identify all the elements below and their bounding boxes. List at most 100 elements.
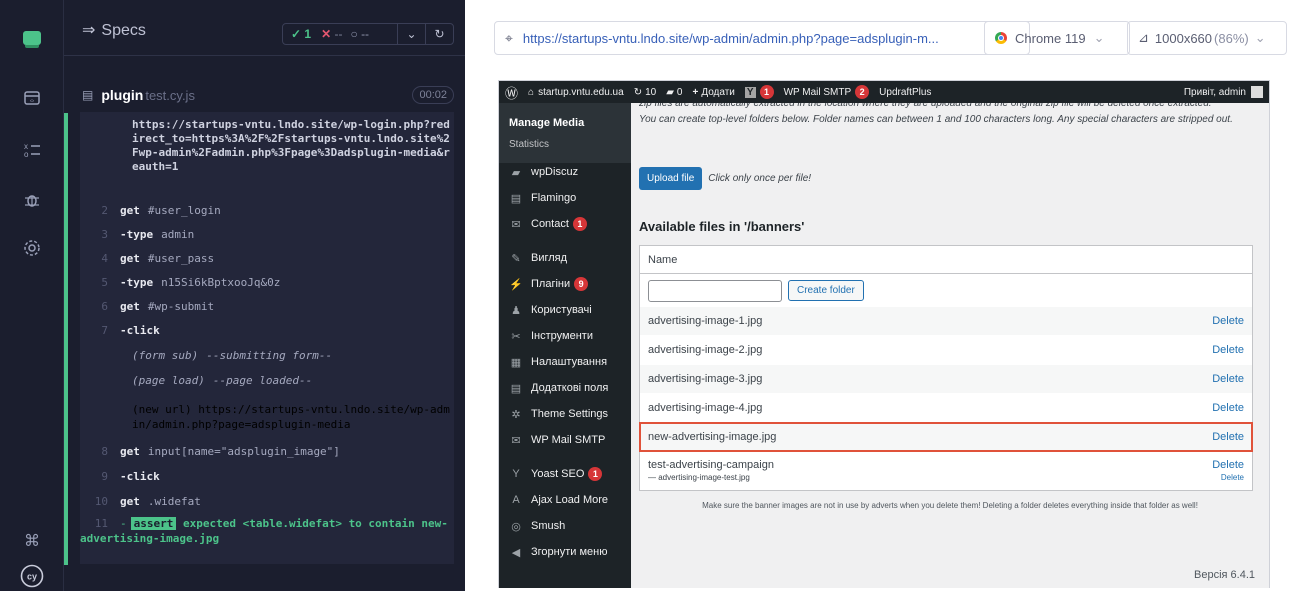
chevron-down-icon[interactable]: ⌄ (397, 24, 425, 44)
smtp-icon: ✉ (511, 434, 521, 447)
delete-link[interactable]: Delete (1212, 431, 1244, 443)
chevron-down-icon: ⌄ (1093, 30, 1105, 45)
assert-row[interactable]: 11- assert expected <table.widefat> to co… (80, 516, 454, 546)
event-row[interactable]: (new url) https://startups-vntu.lndo.sit… (132, 402, 452, 432)
menu-item[interactable]: ✎ Вигляд (499, 245, 631, 271)
url-bar[interactable]: ⌖ https://startups-vntu.lndo.site/wp-adm… (494, 21, 1030, 55)
menu-item[interactable]: ▤ Додаткові поля (499, 375, 631, 401)
duration-badge: 00:02 (412, 86, 454, 104)
upload-file-button[interactable]: Upload file (639, 167, 703, 190)
home-icon: ⌂ (528, 86, 535, 98)
app-logo-icon[interactable] (20, 26, 44, 50)
menu-item[interactable]: ◀ Згорнути меню (499, 539, 631, 565)
command-row[interactable]: 4 get #user_pass (80, 246, 454, 270)
chevron-down-icon: ⌄ (1254, 30, 1266, 45)
wordpress-logo-icon[interactable]: Ⓦ (505, 83, 518, 102)
event-row[interactable]: (form sub) --submitting form-- (80, 343, 454, 367)
menu-item[interactable]: ✉ WP Mail SMTP (499, 427, 631, 453)
create-folder-button[interactable]: Create folder (788, 280, 864, 301)
menu-item[interactable]: A Ajax Load More (499, 487, 631, 513)
svg-text:o: o (24, 150, 29, 159)
table-row: test-advertising-campaign Delete — advert… (648, 459, 1244, 482)
updates-link[interactable]: ↻ 10 (634, 87, 657, 98)
table-row: advertising-image-3.jpg Delete (640, 365, 1252, 393)
files-table: Name Create folder advertising-image-1.j… (639, 245, 1253, 491)
keyboard-shortcuts-icon[interactable]: ⌘ (20, 529, 44, 553)
file-icon: ▤ (82, 88, 94, 102)
delete-link[interactable]: Delete (1221, 473, 1244, 482)
files-heading: Available files in '/banners' (639, 219, 805, 234)
folder-name-input[interactable] (648, 279, 782, 302)
fields-icon: ▤ (510, 382, 522, 395)
updraft-link[interactable]: UpdraftPlus (879, 87, 931, 98)
specs-list-icon[interactable]: xo (20, 138, 44, 162)
command-row[interactable]: 5 -type n15Si6kBptxooJq&0z (80, 270, 454, 294)
delete-link[interactable]: Delete (1212, 373, 1244, 385)
account-menu[interactable]: Привіт, admin (1184, 86, 1263, 98)
delete-link[interactable]: Delete (1212, 315, 1244, 327)
runs-icon[interactable]: ‹› (20, 86, 44, 110)
app-iframe: Ⓦ ⌂ startup.vntu.edu.ua ↻ 10 ▰ 0 + Додати Y1… (498, 80, 1270, 588)
flamingo-icon: ▤ (510, 192, 522, 205)
specs-title[interactable]: ⇒ Specs (82, 20, 146, 40)
create-folder-row: Create folder (640, 275, 1252, 306)
site-link[interactable]: ⌂ startup.vntu.edu.ua (528, 87, 624, 98)
command-row[interactable]: 9 -click (80, 464, 454, 488)
menu-item[interactable]: ✂ Інструменти (499, 323, 631, 349)
menu-item[interactable]: ▰ wpDiscuz (499, 159, 631, 185)
settings-gear-icon[interactable] (20, 236, 44, 260)
menu-item[interactable]: Y Yoast SEO 1 (499, 461, 631, 487)
spec-file-name: plugin (101, 87, 144, 103)
viewport-icon: ⊿ (1138, 30, 1149, 45)
menu-item[interactable]: ◎ Smush (499, 513, 631, 539)
menu-item[interactable]: ✉ Contact 1 (499, 211, 631, 237)
wp-version: Версія 6.4.1 (1194, 569, 1255, 581)
wrench-icon: ✂ (511, 330, 521, 343)
avatar (1251, 86, 1263, 98)
menu-item[interactable]: ▦ Налаштування (499, 349, 631, 375)
command-row[interactable]: 7 -click (80, 318, 454, 342)
smtp-link[interactable]: WP Mail SMTP 2 (784, 85, 870, 99)
command-row[interactable]: 10 get .widefat (80, 489, 454, 513)
assert-badge: assert (130, 517, 177, 530)
menu-item[interactable]: ♟ Користувачі (499, 297, 631, 323)
delete-link[interactable]: Delete (1212, 344, 1244, 356)
cypress-logo-icon[interactable]: cy (20, 564, 44, 588)
submenu-manage-media[interactable]: Manage Media (509, 117, 584, 129)
command-row[interactable]: 3 -type admin (80, 222, 454, 246)
menu-item[interactable]: ⚡ Плагіни 9 (499, 271, 631, 297)
yoast-icon: Y (744, 86, 756, 98)
event-row[interactable]: (page load) --page loaded-- (80, 368, 454, 392)
rerun-icon[interactable]: ↻ (425, 24, 453, 44)
spec-file-row: ▤ plugin test.cy.js 00:02 (82, 84, 454, 106)
menu-item[interactable]: ✲ Theme Settings (499, 401, 631, 427)
command-row[interactable]: 6 get #wp-submit (80, 294, 454, 318)
chrome-icon (995, 32, 1007, 44)
command-log[interactable]: https://startups-vntu.lndo.site/wp-login… (80, 112, 454, 564)
browser-selector[interactable]: Chrome 119 ⌄ (984, 21, 1130, 55)
url-text[interactable]: https://startups-vntu.lndo.site/wp-admin… (523, 31, 939, 46)
plugin-icon: ⚡ (509, 278, 523, 291)
menu-item[interactable]: ▤ Flamingo (499, 185, 631, 211)
wp-content: zip files are automatically extracted in… (631, 103, 1269, 588)
submenu-statistics[interactable]: Statistics (509, 139, 549, 150)
comments-link[interactable]: ▰ 0 (666, 87, 682, 98)
viewport-info[interactable]: ⊿ 1000x660 (86%) ⌄ (1127, 21, 1287, 55)
add-new-link[interactable]: + Додати (692, 87, 734, 98)
debug-bug-icon[interactable] (20, 188, 44, 212)
redirect-url: https://startups-vntu.lndo.site/wp-login… (132, 118, 450, 173)
command-row[interactable]: 2 get #user_login (80, 198, 454, 222)
count-badge: 1 (572, 217, 587, 231)
command-row[interactable]: 8 get input[name="adsplugin_image"] (80, 439, 454, 463)
yoast-link[interactable]: Y1 (744, 85, 774, 99)
settings-icon: ▦ (510, 356, 522, 369)
upload-area: Upload file Click only once per file! (639, 167, 811, 190)
submenu: Manage Media Statistics (499, 103, 631, 163)
intro-text: zip files are automatically extracted in… (639, 103, 1233, 125)
wp-admin-menu: Manage Media Statistics ▰ wpDiscuz ▤ Flamin… (499, 103, 631, 588)
delete-link[interactable]: Delete (1212, 402, 1244, 414)
yoast-icon: Y (512, 468, 520, 480)
upload-note: Click only once per file! (708, 173, 812, 184)
delete-link[interactable]: Delete (1212, 459, 1244, 471)
crosshair-icon[interactable]: ⌖ (505, 30, 513, 47)
